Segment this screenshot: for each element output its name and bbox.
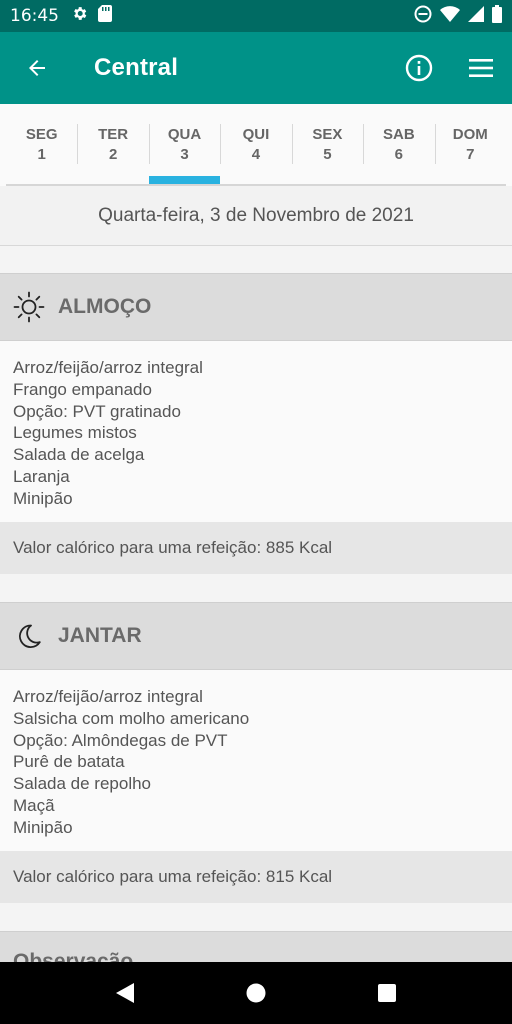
meal-item: Maçã [13, 795, 55, 815]
sd-card-icon [98, 5, 112, 27]
battery-icon [492, 4, 502, 28]
meal-items: Arroz/feijão/arroz integral Salsicha com… [0, 670, 512, 851]
meal-title: JANTAR [58, 624, 142, 647]
day-tabs: SEG 1 TER 2 QUA 3 QUI 4 SEX 5 SAB 6 DOM … [0, 104, 512, 186]
sun-icon [12, 290, 46, 324]
moon-icon [12, 619, 46, 653]
tab-day-number: 2 [108, 145, 118, 163]
tab-day-number: 6 [394, 145, 403, 163]
tab-day-label: SAB [382, 125, 415, 143]
meal-header: JANTAR [0, 602, 512, 670]
tab-day-label: SEX [312, 125, 343, 143]
home-circle-icon [246, 983, 266, 1003]
meal-item: Minipão [13, 817, 73, 837]
meal-item: Salada de repolho [13, 774, 152, 794]
info-button[interactable] [388, 32, 450, 104]
meal-item: Opção: PVT gratinado [13, 401, 181, 421]
tab-day-label: SEG [25, 125, 58, 143]
back-button[interactable] [2, 32, 72, 104]
tab-day-number: 4 [251, 145, 261, 163]
meal-items: Arroz/feijão/arroz integral Frango empan… [0, 341, 512, 522]
wifi-icon [440, 5, 460, 27]
menu-content[interactable]: ALMOÇO Arroz/feijão/arroz integral Frang… [0, 246, 512, 962]
meal-item: Minipão [13, 488, 73, 508]
nav-back-button[interactable] [95, 962, 155, 1024]
recents-square-icon [377, 984, 396, 1002]
meal-card-dinner: JANTAR Arroz/feijão/arroz integral Salsi… [0, 602, 512, 903]
tab-sex[interactable]: SEX 5 [291, 104, 363, 184]
meal-item: Legumes mistos [13, 423, 137, 443]
meal-item: Opção: Almôndegas de PVT [13, 730, 228, 750]
meal-item: Arroz/feijão/arroz integral [13, 687, 203, 706]
status-time: 16:45 [10, 6, 59, 26]
tab-ter[interactable]: TER 2 [77, 104, 148, 184]
tab-day-number: 1 [37, 145, 46, 163]
tab-qui[interactable]: QUI 4 [220, 104, 291, 184]
meal-card-lunch: ALMOÇO Arroz/feijão/arroz integral Frang… [0, 273, 512, 574]
meal-item: Arroz/feijão/arroz integral [13, 358, 203, 377]
signal-icon [468, 5, 484, 27]
tab-day-number: 3 [180, 145, 189, 163]
arrow-back-icon [29, 60, 45, 76]
tab-seg[interactable]: SEG 1 [6, 104, 77, 184]
navigation-bar [0, 962, 512, 1024]
nav-recents-button[interactable] [357, 962, 417, 1024]
meal-item: Purê de batata [13, 752, 125, 772]
date-label: Quarta-feira, 3 de Novembro de 2021 [0, 186, 512, 246]
app-bar: Central [0, 32, 512, 104]
tab-qua[interactable]: QUA 3 [148, 104, 221, 184]
back-triangle-icon [116, 983, 135, 1003]
tab-day-label: QUA [167, 125, 202, 143]
tab-day-number: 7 [466, 145, 475, 163]
menu-button[interactable] [450, 32, 512, 104]
meal-item: Frango empanado [13, 379, 152, 399]
settings-icon [71, 5, 88, 27]
tab-sab[interactable]: SAB 6 [363, 104, 434, 184]
tab-day-label: DOM [452, 125, 488, 143]
page-title: Central [94, 54, 179, 81]
tab-day-label: TER [98, 125, 129, 143]
tab-day-label: QUI [242, 125, 270, 143]
meal-calories: Valor calórico para uma refeição: 885 Kc… [0, 521, 512, 574]
meal-header: ALMOÇO [0, 273, 512, 341]
do-not-disturb-icon [414, 5, 432, 28]
tab-dom[interactable]: DOM 7 [434, 104, 506, 184]
meal-item: Salsicha com molho americano [13, 708, 250, 728]
meal-item: Laranja [13, 466, 70, 486]
status-bar: 16:45 [0, 0, 512, 32]
tab-day-number: 5 [323, 145, 332, 163]
nav-home-button[interactable] [226, 962, 286, 1024]
observation-title: Observação [0, 931, 512, 962]
meal-calories: Valor calórico para uma refeição: 815 Kc… [0, 850, 512, 903]
menu-icon [469, 59, 493, 77]
meal-item: Salada de acelga [13, 445, 145, 465]
info-icon [405, 54, 433, 82]
meal-title: ALMOÇO [58, 295, 152, 318]
